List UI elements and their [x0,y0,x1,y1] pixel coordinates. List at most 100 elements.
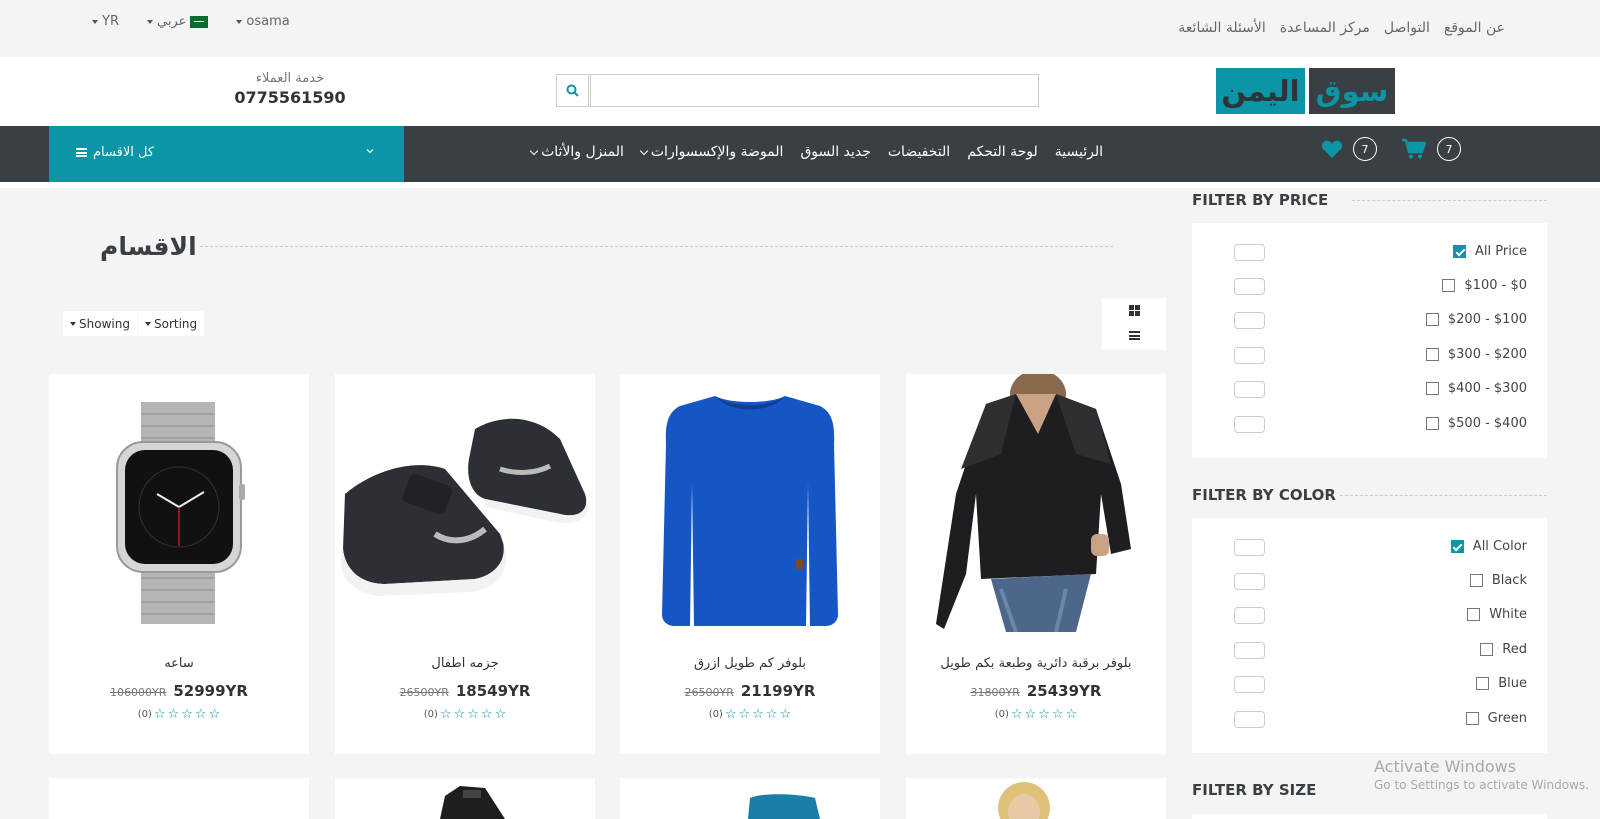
new-price: 18549YR [455,682,531,700]
product-card-partial[interactable] [620,778,880,819]
checkbox-icon[interactable] [1442,279,1456,292]
count-pill [1234,278,1265,295]
star-icon: ☆ [779,707,792,722]
checkbox-icon[interactable] [1476,677,1490,690]
nav-home-furniture[interactable]: المنزل والأثاث [529,144,624,160]
customer-service-label: خدمة العملاء [255,71,325,86]
sorting-dropdown[interactable]: Sorting [138,311,205,336]
review-count: (0) [137,709,152,720]
cart-count-badge: 7 [1437,137,1461,161]
nav-underline [0,182,1600,188]
checkbox-icon[interactable] [1469,574,1483,587]
color-option-black[interactable]: Black [1469,573,1527,588]
old-price: 106000YR [110,686,167,699]
language-dropdown[interactable]: عربي [146,14,209,29]
user-dropdown[interactable]: osama [236,14,290,29]
review-count: (0) [708,709,723,720]
link-contact[interactable]: التواصل [1384,20,1430,36]
shopping-cart-icon[interactable] [1401,138,1427,160]
product-prices: 26500YR 18549YR [335,682,595,700]
count-pill [1234,711,1265,728]
product-image-camera [440,786,505,819]
search-button[interactable] [556,74,589,107]
count-pill [1234,244,1265,261]
nav-new-arrivals[interactable]: جديد السوق [800,144,870,160]
price-option-200-300[interactable]: $300 - $200 [1425,347,1527,362]
caret-down-icon [236,19,243,24]
count-pill [1234,539,1265,556]
nav-discounts[interactable]: التخفيضات [888,144,950,160]
link-help-center[interactable]: مركز المساعدة [1280,20,1370,36]
nav-home-furniture-label: المنزل والأثاث [541,144,624,160]
price-filter-row: $500 - $400 [1192,413,1547,437]
link-about[interactable]: عن الموقع [1444,20,1505,36]
product-card-watch[interactable]: ساعه 106000YR 52999YR (0) ☆ ☆ ☆ ☆ ☆ [49,374,309,754]
all-categories-button[interactable]: كل الاقسام [49,126,404,182]
list-view-icon[interactable] [1129,331,1140,340]
product-card-kids-shoes[interactable]: جزمه اطفال 26500YR 18549YR (0) ☆ ☆ ☆ ☆ ☆ [335,374,595,754]
product-card-black-blouse[interactable]: بلوفر برقبة دائرية وطبعة بكم طويل 31800Y… [906,374,1166,754]
product-image-blue-sweater [662,396,838,626]
filter-divider [1340,495,1547,496]
grid-view-icon[interactable] [1129,305,1140,316]
currency-dropdown[interactable]: YR [92,14,119,29]
product-card-partial[interactable] [335,778,595,819]
checkbox-icon[interactable] [1425,417,1439,430]
color-option-green[interactable]: Green [1465,711,1527,726]
color-option-all[interactable]: All Color [1450,539,1527,554]
product-prices: 106000YR 52999YR [49,682,309,700]
watermark-line-2: Go to Settings to activate Windows. [1374,778,1589,792]
star-icon: ☆ [765,707,778,722]
color-filter-row: All Color [1192,536,1547,560]
review-count: (0) [423,709,438,720]
product-name[interactable]: بلوفر برقبة دائرية وطبعة بكم طويل [906,656,1166,671]
color-option-blue[interactable]: Blue [1476,676,1527,691]
nav-fashion[interactable]: الموضة والإكسسوارات [639,144,783,160]
showing-dropdown[interactable]: Showing [63,311,137,336]
page-title: الاقسام [100,232,197,261]
count-pill [1234,676,1265,693]
windows-activation-watermark: Activate Windows Go to Settings to activ… [1374,757,1589,792]
checkbox-icon[interactable] [1465,712,1479,725]
checkbox-icon[interactable] [1480,643,1494,656]
checkbox-checked-icon[interactable] [1453,245,1467,258]
nav-home[interactable]: الرئيسية [1055,144,1103,160]
product-name[interactable]: ساعه [49,656,309,671]
product-card-blue-sweater[interactable]: بلوفر كم طويل ازرق 26500YR 21199YR (0) ☆… [620,374,880,754]
price-option-300-400[interactable]: $400 - $300 [1425,381,1527,396]
checkbox-icon[interactable] [1425,382,1439,395]
product-card-partial[interactable] [906,778,1166,819]
link-faq[interactable]: الأسئلة الشائعة [1178,20,1266,36]
top-bar-left: YR عربي osama [92,14,290,29]
color-option-label: All Color [1472,539,1527,554]
filter-by-color-title: FILTER BY COLOR [1192,486,1336,504]
color-option-red[interactable]: Red [1480,642,1527,657]
product-name[interactable]: بلوفر كم طويل ازرق [620,656,880,671]
heart-icon[interactable] [1321,139,1343,159]
caret-down-icon [145,321,151,326]
search-input[interactable] [590,74,1039,107]
nav-dashboard[interactable]: لوحة التحكم [967,144,1038,160]
price-option-0-100[interactable]: $100 - $0 [1442,278,1527,293]
color-option-label: Black [1491,573,1527,588]
checkbox-icon[interactable] [1425,348,1439,361]
color-option-white[interactable]: White [1467,607,1527,622]
checkbox-icon[interactable] [1425,313,1439,326]
nav-home-label: الرئيسية [1054,144,1103,160]
product-name[interactable]: جزمه اطفال [335,656,595,671]
checkbox-icon[interactable] [1467,608,1481,621]
price-option-all[interactable]: All Price [1453,244,1527,259]
color-filter-row: Red [1192,639,1547,663]
count-pill [1234,381,1265,398]
price-option-400-500[interactable]: $500 - $400 [1425,416,1527,431]
price-option-100-200[interactable]: $200 - $100 [1425,312,1527,327]
logo-part-souq: سوق [1309,68,1395,114]
product-image-kids-shoes [335,374,595,624]
site-logo[interactable]: اليمن سوق [1216,68,1395,114]
product-image-woman [998,782,1050,819]
filter-by-price-title: FILTER BY PRICE [1192,191,1329,209]
wishlist-count-badge: 7 [1353,137,1377,161]
product-card-partial[interactable] [49,778,309,819]
checkbox-checked-icon[interactable] [1450,540,1464,553]
product-rating: (0) ☆ ☆ ☆ ☆ ☆ [335,708,595,721]
